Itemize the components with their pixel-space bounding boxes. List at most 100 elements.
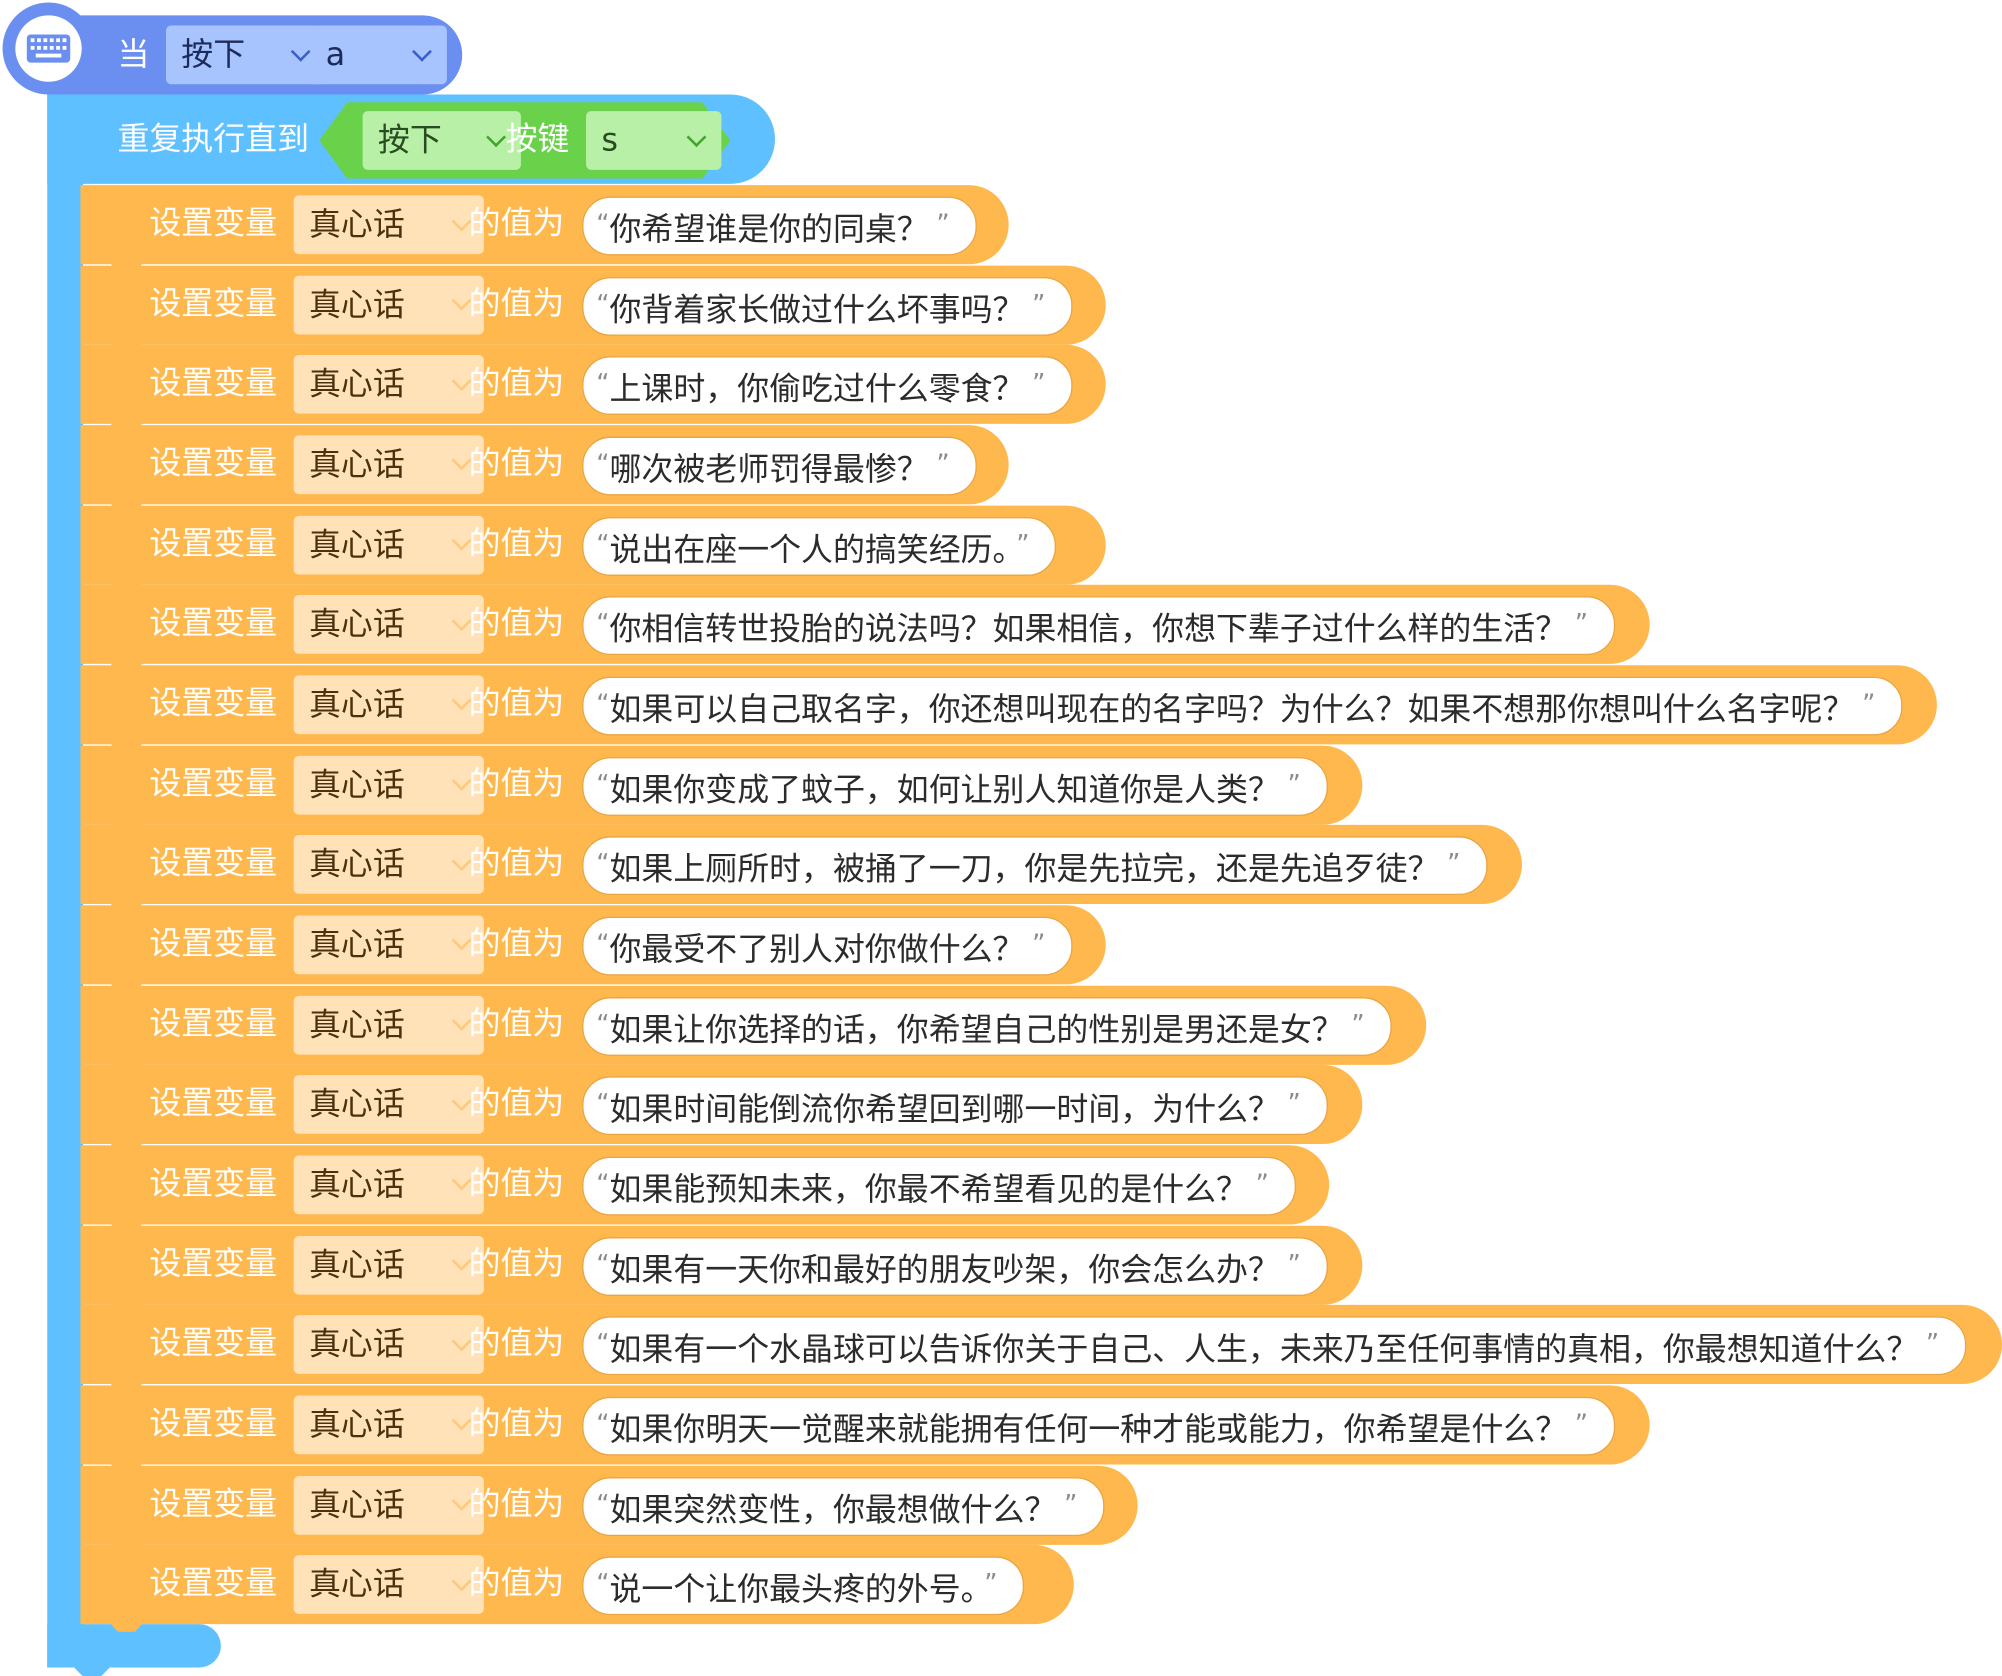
value-label: 的值为 bbox=[468, 924, 565, 962]
string-value-input[interactable]: “如果时间能倒流你希望回到哪一时间，为什么？” bbox=[582, 1076, 1328, 1136]
set-variable-block[interactable]: 设置变量 真心话 的值为 “上课时，你偷吃过什么零食？” bbox=[80, 345, 1106, 425]
set-variable-label: 设置变量 bbox=[149, 1244, 278, 1282]
loop-arm[interactable] bbox=[47, 94, 83, 1668]
string-value-input[interactable]: “哪次被老师罚得最惨？” bbox=[582, 436, 977, 496]
close-quote: ” bbox=[1925, 1328, 1940, 1359]
set-variable-block[interactable]: 设置变量 真心话 的值为 “说出在座一个人的搞笑经历。” bbox=[80, 505, 1106, 585]
string-value-input[interactable]: “你相信转世投胎的说法吗？如果相信，你想下辈子过什么样的生活？” bbox=[582, 596, 1615, 656]
string-value-text: 说一个让你最头疼的外号。 bbox=[609, 1570, 977, 1608]
set-variable-label: 设置变量 bbox=[149, 1324, 278, 1362]
close-quote: ” bbox=[1287, 1088, 1301, 1119]
string-value-text: 如果让你选择的话，你希望自己的性别是男还是女？ bbox=[609, 1010, 1344, 1048]
event-action-dropdown[interactable]: 按下 bbox=[165, 25, 326, 85]
set-variable-block[interactable]: 设置变量 真心话 的值为 “说一个让你最头疼的外号。” bbox=[80, 1545, 1074, 1625]
set-variable-block[interactable]: 设置变量 真心话 的值为 “你希望谁是你的同桌？” bbox=[80, 185, 1009, 265]
string-value-input[interactable]: “如果有一个水晶球可以告诉你关于自己、人生，未来乃至任何事情的真相，你最想知道什… bbox=[582, 1316, 1966, 1376]
open-quote: “ bbox=[596, 368, 610, 399]
set-variable-label: 设置变量 bbox=[149, 844, 278, 882]
variable-dropdown[interactable]: 真心话 bbox=[293, 515, 484, 575]
string-value-input[interactable]: “说一个让你最头疼的外号。” bbox=[582, 1556, 1025, 1616]
open-quote: “ bbox=[596, 848, 610, 879]
condition-action-dropdown[interactable]: 按下 bbox=[362, 111, 521, 170]
set-variable-block[interactable]: 设置变量 真心话 的值为 “如果有一天你和最好的朋友吵架，你会怎么办？” bbox=[80, 1225, 1363, 1305]
set-variable-block[interactable]: 设置变量 真心话 的值为 “如果让你选择的话，你希望自己的性别是男还是女？” bbox=[80, 985, 1427, 1065]
variable-dropdown[interactable]: 真心话 bbox=[293, 355, 484, 415]
variable-dropdown[interactable]: 真心话 bbox=[293, 915, 484, 975]
open-quote: “ bbox=[596, 1168, 610, 1199]
string-value-input[interactable]: “如果突然变性，你最想做什么？” bbox=[582, 1476, 1105, 1536]
open-quote: “ bbox=[596, 608, 610, 639]
open-quote: “ bbox=[596, 288, 610, 319]
string-value-input[interactable]: “说出在座一个人的搞笑经历。” bbox=[582, 516, 1057, 576]
value-label: 的值为 bbox=[468, 684, 565, 722]
set-variable-block[interactable]: 设置变量 真心话 的值为 “如果突然变性，你最想做什么？” bbox=[80, 1465, 1138, 1545]
event-key-dropdown[interactable]: a bbox=[310, 25, 447, 85]
set-variable-label: 设置变量 bbox=[149, 1164, 278, 1202]
condition-key-dropdown[interactable]: s bbox=[586, 111, 722, 170]
set-variable-block[interactable]: 设置变量 真心话 的值为 “你背着家长做过什么坏事吗？” bbox=[80, 265, 1106, 345]
string-value-input[interactable]: “如果你变成了蚊子，如何让别人知道你是人类？” bbox=[582, 756, 1328, 816]
set-variable-block[interactable]: 设置变量 真心话 的值为 “如果能预知未来，你最不希望看见的是什么？” bbox=[80, 1145, 1330, 1225]
value-label: 的值为 bbox=[468, 1404, 565, 1442]
set-variable-label: 设置变量 bbox=[149, 364, 278, 402]
chevron-down-icon bbox=[412, 41, 432, 62]
variable-dropdown[interactable]: 真心话 bbox=[293, 835, 484, 895]
value-label: 的值为 bbox=[468, 604, 565, 642]
set-variable-label: 设置变量 bbox=[149, 764, 278, 802]
set-variable-block[interactable]: 设置变量 真心话 的值为 “如果上厕所时，被捅了一刀，你是先拉完，还是先追歹徒？… bbox=[80, 825, 1522, 905]
set-variable-block[interactable]: 设置变量 真心话 的值为 “如果你明天一觉醒来就能拥有任何一种才能或能力，你希望… bbox=[80, 1385, 1650, 1465]
set-variable-block[interactable]: 设置变量 真心话 的值为 “如果可以自己取名字，你还想叫现在的名字吗？为什么？如… bbox=[80, 665, 1937, 745]
set-variable-block[interactable]: 设置变量 真心话 的值为 “你最受不了别人对你做什么？” bbox=[80, 905, 1106, 985]
string-value-input[interactable]: “如果能预知未来，你最不希望看见的是什么？” bbox=[582, 1156, 1296, 1216]
set-variable-block[interactable]: 设置变量 真心话 的值为 “如果时间能倒流你希望回到哪一时间，为什么？” bbox=[80, 1065, 1363, 1145]
variable-dropdown[interactable]: 真心话 bbox=[293, 195, 484, 255]
string-value-text: 你最受不了别人对你做什么？ bbox=[609, 930, 1025, 968]
string-value-text: 如果时间能倒流你希望回到哪一时间，为什么？ bbox=[609, 1090, 1280, 1128]
string-value-input[interactable]: “如果可以自己取名字，你还想叫现在的名字吗？为什么？如果不想那你想叫什么名字呢？… bbox=[582, 676, 1903, 736]
variable-dropdown[interactable]: 真心话 bbox=[293, 1395, 484, 1455]
string-value-input[interactable]: “你希望谁是你的同桌？” bbox=[582, 196, 977, 256]
variable-dropdown[interactable]: 真心话 bbox=[293, 1315, 484, 1375]
string-value-input[interactable]: “如果让你选择的话，你希望自己的性别是男还是女？” bbox=[582, 996, 1392, 1056]
variable-dropdown[interactable]: 真心话 bbox=[293, 1555, 484, 1615]
value-label: 的值为 bbox=[468, 1324, 565, 1362]
variable-dropdown[interactable]: 真心话 bbox=[293, 995, 484, 1055]
variable-dropdown[interactable]: 真心话 bbox=[293, 1075, 484, 1135]
close-quote: ” bbox=[936, 448, 950, 479]
set-variable-label: 设置变量 bbox=[149, 1484, 278, 1522]
string-value-input[interactable]: “上课时，你偷吃过什么零食？” bbox=[582, 356, 1073, 416]
string-value-input[interactable]: “如果你明天一觉醒来就能拥有任何一种才能或能力，你希望是什么？” bbox=[582, 1396, 1615, 1456]
close-quote: ” bbox=[1574, 608, 1589, 639]
string-value-input[interactable]: “如果上厕所时，被捅了一刀，你是先拉完，还是先追歹徒？” bbox=[582, 836, 1488, 896]
set-variable-block[interactable]: 设置变量 真心话 的值为 “如果有一个水晶球可以告诉你关于自己、人生，未来乃至任… bbox=[80, 1305, 2002, 1385]
set-variable-block[interactable]: 设置变量 真心话 的值为 “你相信转世投胎的说法吗？如果相信，你想下辈子过什么样… bbox=[80, 585, 1650, 665]
value-label: 的值为 bbox=[468, 1244, 565, 1282]
variable-dropdown[interactable]: 真心话 bbox=[293, 675, 484, 735]
variable-dropdown[interactable]: 真心话 bbox=[293, 595, 484, 655]
value-label: 的值为 bbox=[468, 204, 565, 242]
value-label: 的值为 bbox=[468, 1484, 565, 1522]
value-label: 的值为 bbox=[468, 1004, 565, 1042]
string-value-text: 说出在座一个人的搞笑经历。 bbox=[609, 530, 1009, 568]
string-value-text: 你希望谁是你的同桌？ bbox=[609, 210, 929, 248]
variable-dropdown[interactable]: 真心话 bbox=[293, 755, 484, 815]
string-value-text: 如果有一个水晶球可以告诉你关于自己、人生，未来乃至任何事情的真相，你最想知道什么… bbox=[609, 1330, 1919, 1368]
set-variable-label: 设置变量 bbox=[149, 684, 278, 722]
set-variable-block[interactable]: 设置变量 真心话 的值为 “如果你变成了蚊子，如何让别人知道你是人类？” bbox=[80, 745, 1363, 825]
variable-dropdown[interactable]: 真心话 bbox=[293, 1155, 484, 1215]
string-value-input[interactable]: “你背着家长做过什么坏事吗？” bbox=[582, 276, 1073, 336]
chevron-down-icon bbox=[486, 126, 506, 147]
set-variable-label: 设置变量 bbox=[149, 524, 278, 562]
variable-dropdown[interactable]: 真心话 bbox=[293, 275, 484, 335]
variable-dropdown[interactable]: 真心话 bbox=[293, 435, 484, 495]
close-quote: ” bbox=[1032, 288, 1046, 319]
open-quote: “ bbox=[596, 528, 610, 559]
set-variable-block[interactable]: 设置变量 真心话 的值为 “哪次被老师罚得最惨？” bbox=[80, 425, 1009, 505]
string-value-input[interactable]: “你最受不了别人对你做什么？” bbox=[582, 916, 1073, 976]
string-value-text: 如果能预知未来，你最不希望看见的是什么？ bbox=[609, 1170, 1248, 1208]
chevron-down-icon bbox=[290, 41, 311, 62]
variable-dropdown[interactable]: 真心话 bbox=[293, 1235, 484, 1295]
string-value-input[interactable]: “如果有一天你和最好的朋友吵架，你会怎么办？” bbox=[582, 1236, 1328, 1296]
set-variable-label: 设置变量 bbox=[149, 604, 278, 642]
variable-dropdown[interactable]: 真心话 bbox=[293, 1475, 484, 1535]
